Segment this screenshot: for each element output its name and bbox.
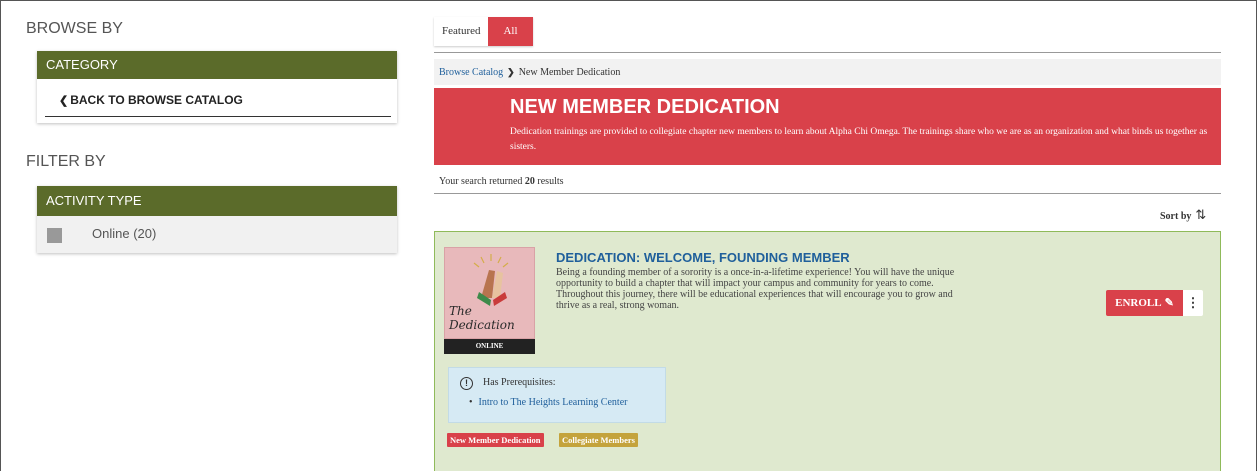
prerequisite-link[interactable]: Intro to The Heights Learning Center: [479, 397, 628, 408]
category-banner: NEW MEMBER DEDICATION Dedication trainin…: [434, 88, 1221, 165]
enroll-button[interactable]: ENROLL ✎: [1106, 290, 1183, 316]
sort-by-label: Sort by: [1160, 211, 1192, 222]
breadcrumb: Browse Catalog ❯ New Member Dedication: [434, 59, 1221, 85]
category-header: CATEGORY: [37, 51, 397, 79]
online-filter-checkbox[interactable]: [47, 228, 62, 243]
filter-by-title: FILTER BY: [26, 153, 106, 170]
enroll-label: ENROLL: [1115, 297, 1162, 309]
results-suffix: results: [537, 176, 564, 187]
online-badge: ONLINE: [444, 339, 535, 354]
search-results-count: Your search returned 20 results: [439, 176, 564, 187]
tab-all[interactable]: All: [488, 17, 533, 46]
results-count: 20: [524, 176, 535, 187]
thumbnail-title: The Dedication: [449, 304, 515, 332]
results-divider: [434, 193, 1221, 194]
tab-featured[interactable]: Featured: [434, 17, 489, 46]
course-description: Being a founding member of a sorority is…: [556, 267, 955, 311]
category-description: Dedication trainings are provided to col…: [510, 127, 1208, 152]
tag-new-member-dedication[interactable]: New Member Dedication: [447, 433, 544, 447]
prerequisite-item: • Intro to The Heights Learning Center: [469, 397, 627, 408]
bullet-icon: •: [469, 397, 473, 408]
sort-by-button[interactable]: Sort by ⇅: [1160, 207, 1206, 223]
catalog-tabs: Featured All: [434, 17, 533, 46]
page-title: NEW MEMBER DEDICATION: [510, 96, 780, 118]
category-panel: CATEGORY ❮ BACK TO BROWSE CATALOG: [37, 51, 397, 123]
sort-arrows-icon: ⇅: [1195, 207, 1207, 222]
category-divider: [45, 116, 391, 117]
tag-collegiate-members[interactable]: Collegiate Members: [559, 433, 638, 447]
chevron-right-icon: ❯: [507, 67, 515, 77]
more-options-button[interactable]: ⋮: [1183, 290, 1203, 316]
breadcrumb-browse-catalog-link[interactable]: Browse Catalog: [439, 67, 503, 78]
online-filter-label[interactable]: Online (20): [92, 226, 156, 241]
breadcrumb-current: New Member Dedication: [518, 67, 621, 78]
back-link-label: BACK TO BROWSE CATALOG: [70, 93, 243, 107]
chevron-left-icon: ❮: [59, 95, 69, 107]
results-prefix: Your search returned: [439, 176, 523, 187]
prerequisites-label: Has Prerequisites:: [483, 377, 556, 388]
vertical-ellipsis-icon: ⋮: [1186, 295, 1200, 310]
tabs-divider: [434, 52, 1221, 53]
back-to-catalog-link[interactable]: ❮ BACK TO BROWSE CATALOG: [59, 93, 243, 107]
course-card: The Dedication ONLINE DEDICATION: WELCOM…: [434, 231, 1221, 471]
browse-by-title: BROWSE BY: [26, 20, 123, 37]
exclamation-circle-icon: !: [460, 377, 473, 390]
activity-type-header: ACTIVITY TYPE: [37, 186, 397, 216]
course-title-link[interactable]: DEDICATION: WELCOME, FOUNDING MEMBER: [556, 250, 850, 265]
prerequisites-box: ! Has Prerequisites: • Intro to The Heigh…: [448, 367, 666, 423]
edit-square-icon: ✎: [1164, 297, 1174, 309]
activity-type-panel: ACTIVITY TYPE Online (20): [37, 186, 397, 253]
course-thumbnail[interactable]: The Dedication: [444, 247, 535, 339]
